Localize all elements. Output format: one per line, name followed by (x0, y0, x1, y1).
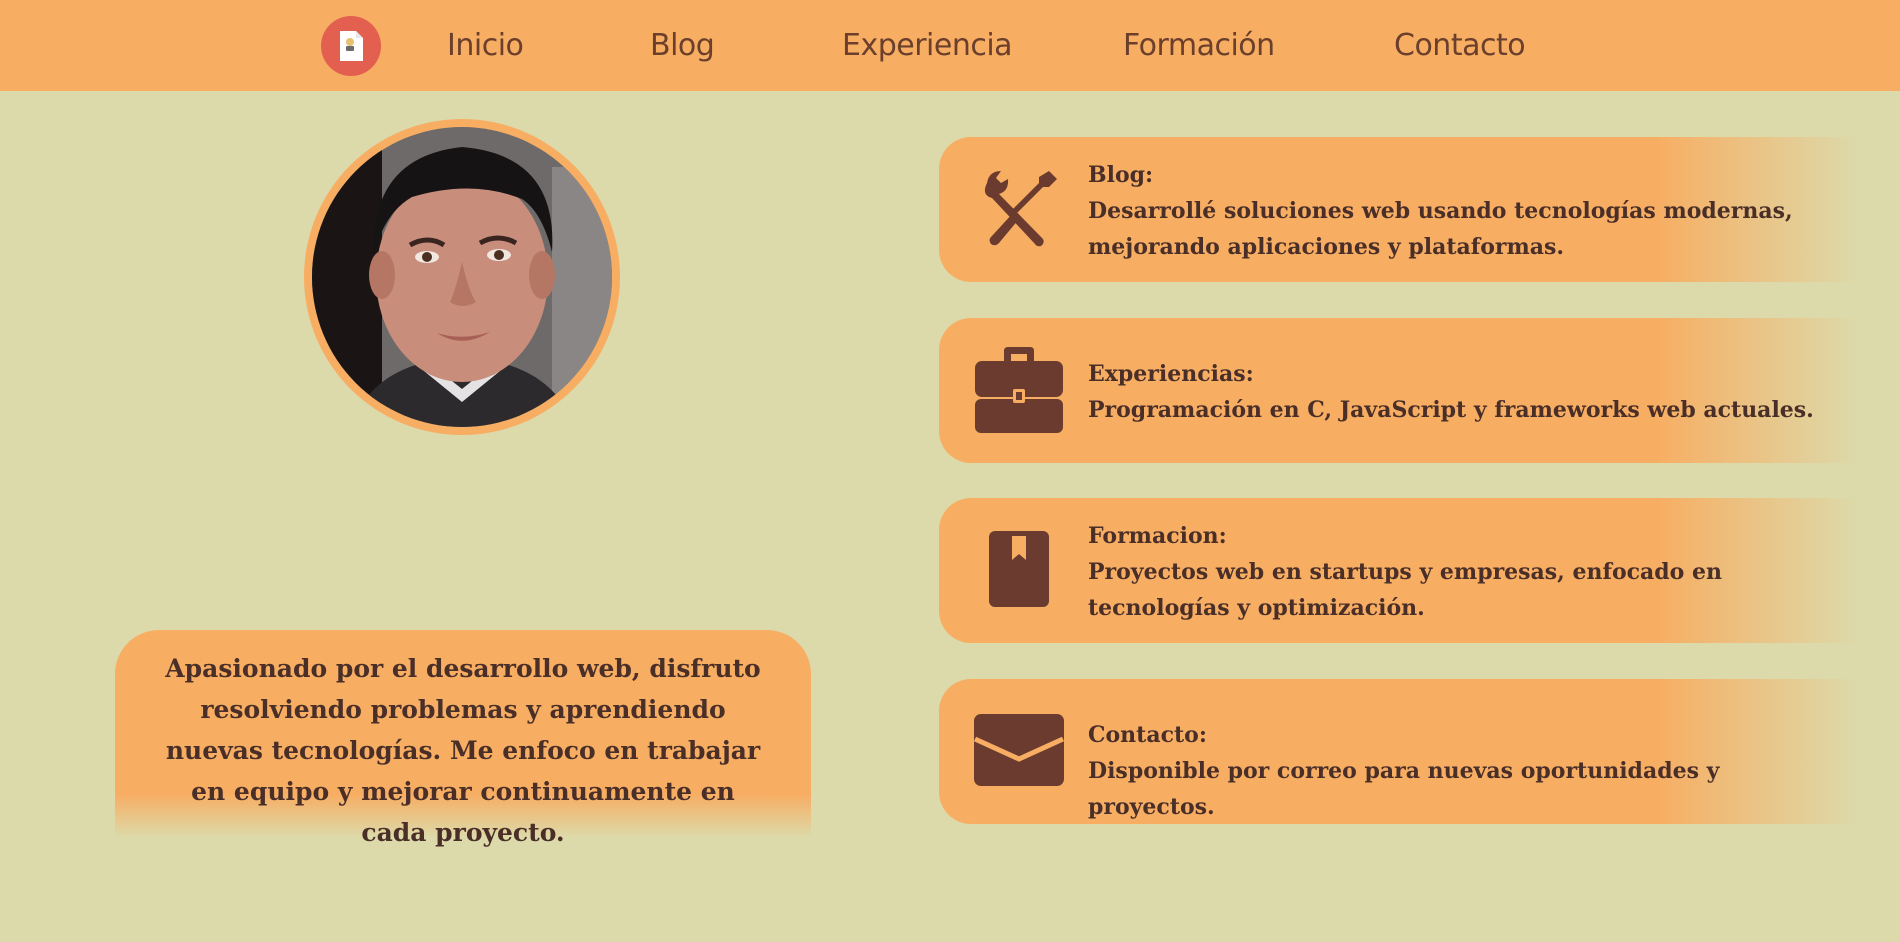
book-icon (973, 521, 1065, 617)
bio-text: Apasionado por el desarrollo web, disfru… (115, 630, 811, 847)
top-navbar: Inicio Blog Experiencia Formación Contac… (0, 0, 1900, 91)
card-description: Programación en C, JavaScript y framewor… (1088, 397, 1814, 423)
card-text: Experiencias: Programación en C, JavaScr… (1088, 356, 1850, 428)
nav-link-experiencia[interactable]: Experiencia (842, 27, 1013, 65)
nav-link-inicio[interactable]: Inicio (447, 27, 524, 65)
info-card-blog: Blog: Desarrollé soluciones web usando t… (939, 137, 1860, 282)
logo[interactable] (321, 16, 381, 76)
profile-photo (312, 127, 612, 427)
info-card-formacion: Formacion: Proyectos web en startups y e… (939, 498, 1860, 643)
card-description: Disponible por correo para nuevas oportu… (1088, 758, 1720, 820)
envelope-icon (973, 702, 1065, 798)
tools-icon (973, 160, 1065, 256)
card-title: Experiencias: (1088, 361, 1254, 387)
document-avatar-icon (340, 31, 363, 61)
card-description: Proyectos web en startups y empresas, en… (1088, 559, 1722, 621)
profile-photo-frame (304, 119, 620, 435)
card-title: Formacion: (1088, 523, 1227, 549)
nav-link-contacto[interactable]: Contacto (1394, 27, 1526, 65)
info-card-experiencias: Experiencias: Programación en C, JavaScr… (939, 318, 1860, 463)
card-title: Contacto: (1088, 722, 1207, 748)
card-description: Desarrollé soluciones web usando tecnolo… (1088, 198, 1793, 260)
info-card-contacto: Contacto: Disponible por correo para nue… (939, 679, 1860, 824)
briefcase-icon (973, 341, 1065, 437)
card-text: Blog: Desarrollé soluciones web usando t… (1088, 157, 1850, 265)
card-text: Formacion: Proyectos web en startups y e… (1088, 518, 1850, 626)
card-text: Contacto: Disponible por correo para nue… (1088, 717, 1850, 825)
card-title: Blog: (1088, 162, 1154, 188)
nav-link-blog[interactable]: Blog (650, 27, 715, 65)
nav-link-formacion[interactable]: Formación (1123, 27, 1275, 65)
